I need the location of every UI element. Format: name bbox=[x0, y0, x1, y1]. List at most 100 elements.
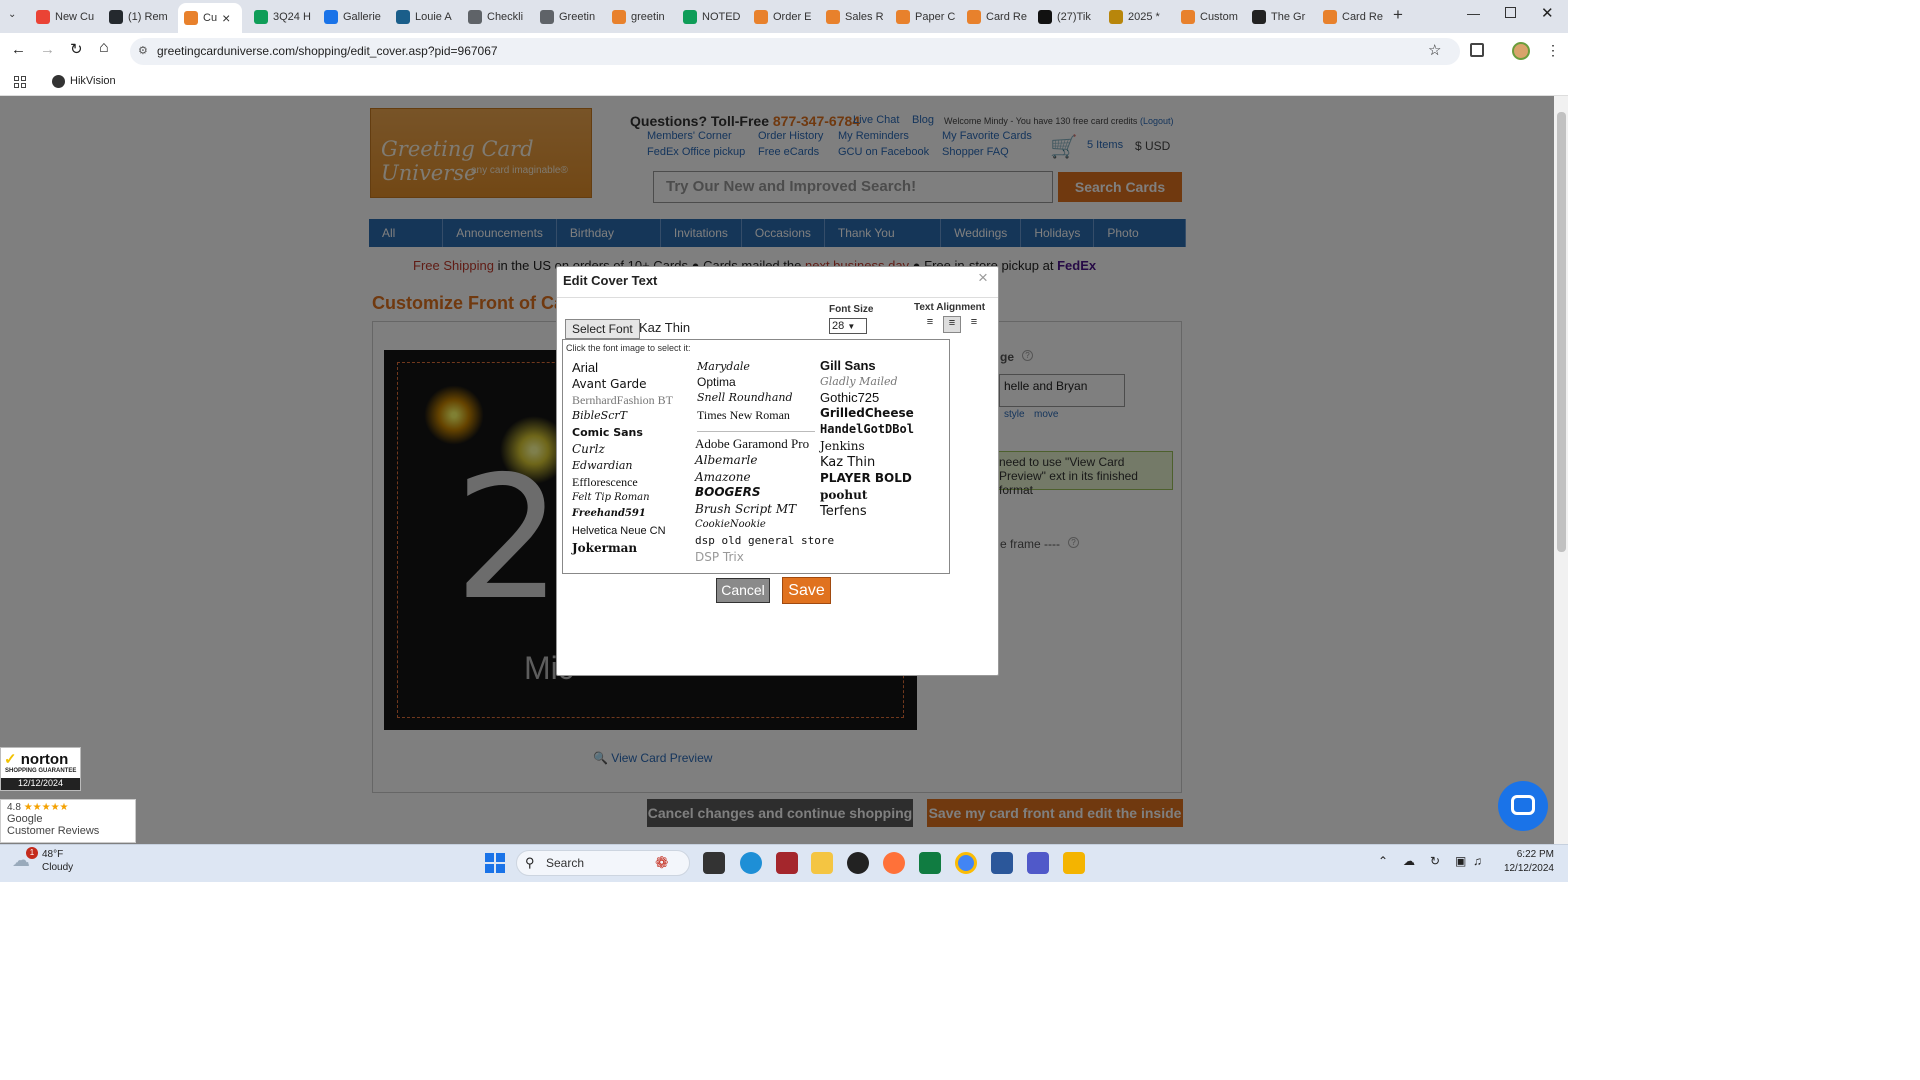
dell-icon[interactable] bbox=[847, 852, 869, 874]
font-option[interactable]: Marydale bbox=[697, 360, 750, 373]
font-option[interactable]: Comic Sans bbox=[572, 426, 643, 439]
dialog-cancel-button[interactable]: Cancel bbox=[716, 578, 770, 603]
sync-icon[interactable]: ↻ bbox=[1430, 854, 1440, 868]
browser-tab[interactable]: Paper C bbox=[890, 5, 958, 29]
browser-tab[interactable]: The Gr bbox=[1246, 5, 1314, 29]
browser-tab[interactable]: Cu × bbox=[178, 3, 242, 33]
display-icon[interactable]: ▣ bbox=[1455, 854, 1466, 868]
align-left-icon[interactable]: ≡ bbox=[921, 316, 939, 333]
font-option[interactable]: BibleScrT bbox=[572, 409, 627, 422]
close-window-icon[interactable]: ✕ bbox=[1541, 4, 1554, 22]
access-icon[interactable] bbox=[776, 852, 798, 874]
browser-tab[interactable]: (27)Tik bbox=[1032, 5, 1100, 29]
browser-tab[interactable]: 2025 * bbox=[1103, 5, 1171, 29]
browser-tab[interactable]: Custom bbox=[1175, 5, 1243, 29]
tab-search-icon[interactable]: ⌄ bbox=[8, 9, 16, 20]
file-explorer-icon[interactable] bbox=[811, 852, 833, 874]
font-option[interactable]: Curlz bbox=[572, 442, 605, 456]
font-option[interactable]: Avant Garde bbox=[572, 377, 646, 391]
dialog-save-button[interactable]: Save bbox=[782, 577, 831, 604]
volume-icon[interactable]: ♫ bbox=[1473, 854, 1482, 868]
font-option[interactable]: BOOGERS bbox=[695, 485, 760, 499]
font-option[interactable]: Felt Tip Roman bbox=[572, 492, 650, 503]
minimize-icon[interactable]: — bbox=[1467, 6, 1480, 21]
font-option[interactable]: Gothic725 bbox=[820, 390, 879, 405]
browser-tab[interactable]: 3Q24 H bbox=[248, 5, 316, 29]
font-size-select[interactable]: 28 ▼ bbox=[829, 318, 867, 334]
font-option[interactable]: Arial bbox=[572, 360, 598, 375]
font-option[interactable]: Efflorescence bbox=[572, 475, 638, 490]
new-tab-button[interactable]: + bbox=[1393, 5, 1403, 25]
align-right-icon[interactable]: ≡ bbox=[965, 316, 983, 333]
browser-tab[interactable]: Louie A bbox=[390, 5, 458, 29]
edge-icon[interactable] bbox=[740, 852, 762, 874]
norton-badge[interactable]: ✓ norton SHOPPING GUARANTEE 12/12/2024 bbox=[0, 747, 81, 791]
font-option[interactable]: GrilledCheese bbox=[820, 406, 914, 420]
browser-tab[interactable]: Order E bbox=[748, 5, 816, 29]
onedrive-icon[interactable]: ☁ bbox=[1403, 854, 1415, 868]
font-option[interactable]: CookieNookie bbox=[695, 519, 766, 530]
teams-icon[interactable] bbox=[1027, 852, 1049, 874]
font-option[interactable]: Jenkins bbox=[820, 439, 865, 453]
taskview-icon[interactable] bbox=[703, 852, 725, 874]
tray-chevron-icon[interactable]: ⌃ bbox=[1378, 854, 1388, 868]
clock-date[interactable]: 12/12/2024 bbox=[1494, 863, 1554, 874]
clock-time[interactable]: 6:22 PM bbox=[1504, 849, 1554, 860]
url-field[interactable]: ⚙ greetingcarduniverse.com/shopping/edit… bbox=[130, 38, 1460, 65]
font-option[interactable]: PLAYER BOLD bbox=[820, 471, 912, 485]
extensions-icon[interactable] bbox=[1470, 43, 1484, 57]
browser-tab[interactable]: Sales R bbox=[820, 5, 888, 29]
font-option[interactable]: Kaz Thin bbox=[820, 455, 875, 470]
pinned-app-icon[interactable] bbox=[1063, 852, 1085, 874]
font-option[interactable]: Brush Script MT bbox=[695, 502, 796, 516]
font-option[interactable]: Albemarle bbox=[695, 453, 758, 467]
browser-tab[interactable]: Checkli bbox=[462, 5, 530, 29]
font-option[interactable]: Adobe Garamond Pro bbox=[695, 436, 809, 452]
home-icon[interactable]: ⌂ bbox=[99, 39, 109, 57]
browser-tab[interactable]: Greetin bbox=[534, 5, 602, 29]
font-option[interactable]: Amazone bbox=[695, 470, 751, 484]
browser-tab[interactable]: Card Re bbox=[961, 5, 1029, 29]
font-option[interactable]: Helvetica Neue CN bbox=[572, 525, 666, 537]
bookmark-hikvision[interactable]: HikVision bbox=[70, 75, 116, 87]
font-option[interactable]: HandelGotDBol bbox=[820, 422, 914, 436]
font-option[interactable]: Gladly Mailed bbox=[820, 375, 898, 388]
browser-tab[interactable]: Gallerie bbox=[318, 5, 386, 29]
taskbar-search[interactable]: ⚲ Search ❁ bbox=[516, 850, 690, 876]
word-icon[interactable] bbox=[991, 852, 1013, 874]
reload-icon[interactable]: ↻ bbox=[70, 40, 83, 58]
font-option[interactable]: Gill Sans bbox=[820, 358, 876, 373]
maximize-icon[interactable] bbox=[1505, 7, 1516, 18]
close-icon[interactable]: × bbox=[978, 268, 988, 288]
font-option[interactable]: Jokerman bbox=[572, 541, 637, 555]
close-tab-icon[interactable]: × bbox=[222, 10, 230, 26]
font-option[interactable]: BernhardFashion BT bbox=[572, 393, 673, 408]
bookmark-star-icon[interactable]: ☆ bbox=[1428, 41, 1441, 59]
page-scrollbar-thumb[interactable] bbox=[1557, 112, 1566, 552]
forward-icon[interactable]: → bbox=[40, 41, 55, 58]
font-option[interactable]: Terfens bbox=[820, 504, 867, 519]
site-info-icon[interactable]: ⚙ bbox=[138, 44, 148, 57]
browser-tab[interactable]: (1) Rem bbox=[103, 5, 171, 29]
font-option[interactable]: Edwardian bbox=[572, 459, 633, 472]
menu-kebab-icon[interactable]: ⋮ bbox=[1546, 42, 1560, 59]
chrome-icon[interactable] bbox=[955, 852, 977, 874]
chat-widget-button[interactable] bbox=[1498, 781, 1548, 831]
url-text[interactable]: greetingcarduniverse.com/shopping/edit_c… bbox=[157, 44, 498, 58]
font-option[interactable]: Optima bbox=[697, 375, 736, 389]
browser-tab[interactable]: NOTED bbox=[677, 5, 745, 29]
firefox-icon[interactable] bbox=[883, 852, 905, 874]
select-font-button[interactable]: Select Font bbox=[565, 319, 640, 339]
browser-tab[interactable]: Card Re bbox=[1317, 5, 1385, 29]
profile-avatar[interactable] bbox=[1512, 42, 1530, 60]
google-reviews-badge[interactable]: 4.8 ★★★★★ Google Customer Reviews bbox=[0, 799, 136, 843]
back-icon[interactable]: ← bbox=[11, 41, 26, 58]
browser-tab[interactable]: New Cu bbox=[30, 5, 98, 29]
align-center-icon[interactable]: ≡ bbox=[943, 316, 961, 333]
font-option[interactable]: Times New Roman bbox=[697, 408, 790, 423]
font-option[interactable]: dsp old general store bbox=[695, 534, 834, 547]
font-option[interactable]: poohut bbox=[820, 488, 867, 502]
browser-tab[interactable]: greetin bbox=[606, 5, 674, 29]
start-icon[interactable] bbox=[485, 853, 505, 873]
apps-grid-icon[interactable] bbox=[14, 76, 26, 88]
